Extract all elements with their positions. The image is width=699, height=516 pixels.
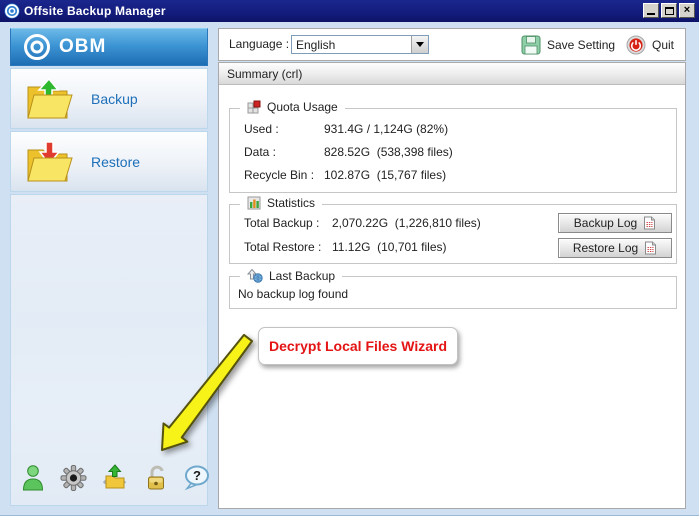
language-label: Language : <box>229 29 289 60</box>
svg-text:?: ? <box>193 468 201 483</box>
callout-text: Decrypt Local Files Wizard <box>269 338 447 354</box>
close-button[interactable]: × <box>679 3 695 18</box>
window-controls: × <box>643 3 695 18</box>
power-button-icon <box>626 35 646 55</box>
maximize-button[interactable] <box>661 3 677 18</box>
floppy-disk-icon <box>521 35 541 55</box>
last-backup-message: No backup log found <box>238 287 348 301</box>
quota-row-used: Used : 931.4G / 1,124G (82%) <box>244 122 448 136</box>
disk-grid-icon <box>247 100 261 114</box>
summary-header: Summary (crl) <box>219 63 685 85</box>
statistics-group: Statistics Total Backup : 2,070.22G (1,2… <box>229 204 677 264</box>
quota-usage-legend: Quota Usage <box>240 100 345 114</box>
quota-usage-group: Quota Usage Used : 931.4G / 1,124G (82%)… <box>229 108 677 193</box>
chevron-down-icon <box>416 42 424 47</box>
save-setting-button[interactable]: Save Setting <box>521 29 615 60</box>
minimize-button[interactable] <box>643 3 659 18</box>
maximize-icon <box>665 7 674 15</box>
quit-button[interactable]: Quit <box>626 29 674 60</box>
quota-row-recycle-bin: Recycle Bin : 102.87G (15,767 files) <box>244 168 446 182</box>
language-select[interactable]: English <box>291 35 429 54</box>
app-window: Offsite Backup Manager × OBM Backup Rest… <box>0 0 699 516</box>
save-setting-label: Save Setting <box>547 38 615 52</box>
last-backup-legend: Last Backup <box>240 268 342 283</box>
backup-log-button[interactable]: Backup Log <box>558 213 672 233</box>
restore-folder-icon <box>23 139 77 185</box>
annotation-callout: Decrypt Local Files Wizard <box>258 327 458 365</box>
obm-ring-logo-icon <box>23 33 51 61</box>
statistics-legend: Statistics <box>240 196 322 210</box>
close-icon: × <box>684 5 690 16</box>
document-icon <box>644 241 657 255</box>
statistics-row-total-restore: Total Restore : 11.12G (10,701 files) <box>244 240 447 254</box>
combo-dropdown-button[interactable] <box>411 36 428 53</box>
titlebar: Offsite Backup Manager × <box>0 0 699 22</box>
window-title: Offsite Backup Manager <box>24 4 166 18</box>
bar-chart-icon <box>247 196 261 210</box>
quit-label: Quit <box>652 38 674 52</box>
app-logo-icon <box>4 3 20 19</box>
decrypt-lock-icon[interactable] <box>142 463 169 493</box>
document-icon <box>643 216 656 230</box>
sidebar-logo-header: OBM <box>10 28 208 66</box>
sidebar-item-restore[interactable]: Restore <box>10 131 208 192</box>
user-icon[interactable] <box>19 463 46 493</box>
settings-gear-icon[interactable] <box>60 463 87 493</box>
statistics-row-total-backup: Total Backup : 2,070.22G (1,226,810 file… <box>244 216 481 230</box>
sidebar-item-label: Restore <box>91 154 140 170</box>
annotation-arrow <box>145 332 265 462</box>
help-icon[interactable]: ? <box>183 463 210 493</box>
language-value: English <box>292 36 411 53</box>
sidebar-footer-icons: ? <box>19 463 210 493</box>
backup-export-icon[interactable] <box>101 463 128 493</box>
minimize-icon <box>647 13 655 15</box>
upload-globe-icon <box>247 268 263 283</box>
sidebar-item-label: Backup <box>91 91 138 107</box>
statistics-title: Statistics <box>267 196 315 210</box>
restore-log-button[interactable]: Restore Log <box>558 238 672 258</box>
main-panel: Summary (crl) Quota Usage Used : 931.4G … <box>218 62 686 509</box>
quota-row-data: Data : 828.52G (538,398 files) <box>244 145 453 159</box>
quota-usage-title: Quota Usage <box>267 100 338 114</box>
toolbar: Language : English Save Setting Quit <box>218 28 686 61</box>
sidebar-item-backup[interactable]: Backup <box>10 68 208 129</box>
last-backup-group: Last Backup No backup log found <box>229 276 677 309</box>
last-backup-title: Last Backup <box>269 269 335 283</box>
backup-folder-icon <box>23 76 77 122</box>
logo-text: OBM <box>59 36 106 58</box>
